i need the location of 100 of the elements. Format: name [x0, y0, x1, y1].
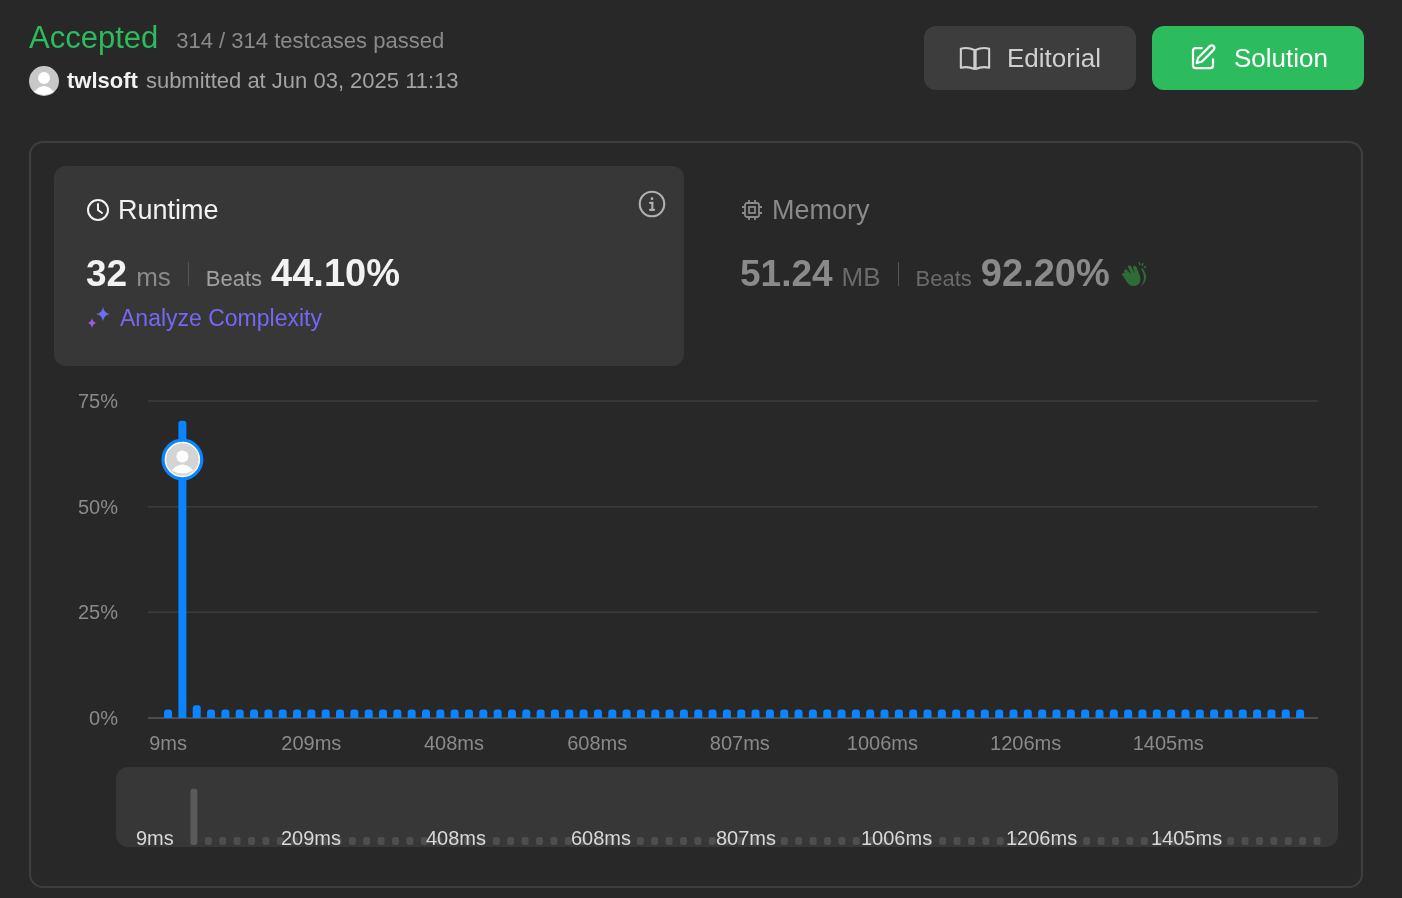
distribution-bar[interactable]: [780, 709, 789, 718]
distribution-bar[interactable]: [765, 709, 774, 718]
distribution-bar[interactable]: [751, 709, 760, 718]
distribution-bar[interactable]: [651, 709, 660, 718]
distribution-bar[interactable]: [565, 709, 574, 718]
distribution-bar[interactable]: [894, 709, 903, 718]
distribution-bar[interactable]: [407, 709, 416, 718]
distribution-bar[interactable]: [995, 709, 1004, 718]
distribution-bar[interactable]: [1038, 709, 1047, 718]
distribution-bar[interactable]: [1167, 709, 1176, 718]
distribution-bar[interactable]: [837, 709, 846, 718]
distribution-bar[interactable]: [379, 709, 387, 718]
metric-value: 51.24: [740, 253, 833, 295]
distribution-bar[interactable]: [1066, 709, 1075, 718]
overview-axis-label: 1405ms: [1151, 827, 1223, 847]
distribution-bar[interactable]: [593, 709, 602, 718]
distribution-bar[interactable]: [393, 709, 402, 718]
distribution-bar[interactable]: [1138, 709, 1147, 718]
distribution-bar[interactable]: [1253, 709, 1262, 718]
distribution-bar[interactable]: [550, 709, 559, 718]
distribution-bar[interactable]: [164, 709, 173, 718]
x-axis-label: 807ms: [709, 732, 770, 754]
distribution-bar[interactable]: [364, 709, 373, 718]
distribution-bar[interactable]: [923, 709, 932, 718]
distribution-bar[interactable]: [665, 709, 674, 718]
distribution-bar[interactable]: [450, 709, 459, 718]
distribution-bar[interactable]: [321, 709, 330, 718]
distribution-bar[interactable]: [866, 709, 875, 718]
info-icon[interactable]: [638, 190, 666, 218]
overview-axis-label: 209ms: [281, 827, 342, 847]
distribution-bar[interactable]: [207, 709, 216, 718]
distribution-bar[interactable]: [808, 709, 817, 718]
distribution-bar[interactable]: [293, 709, 302, 718]
distribution-bar[interactable]: [192, 705, 201, 718]
metric-title: Runtime: [118, 194, 219, 226]
distribution-bar[interactable]: [1195, 709, 1204, 718]
distribution-bar[interactable]: [1238, 709, 1247, 718]
overview-axis-label: 1006ms: [861, 827, 933, 847]
distribution-bar[interactable]: [636, 709, 645, 718]
distribution-bar[interactable]: [536, 709, 545, 718]
distribution-bar[interactable]: [307, 709, 316, 718]
username-link[interactable]: twlsoft: [67, 68, 138, 94]
distribution-bar[interactable]: [264, 709, 273, 718]
distribution-bar[interactable]: [1210, 709, 1219, 718]
distribution-bar[interactable]: [221, 709, 230, 718]
distribution-bar[interactable]: [278, 709, 287, 718]
distribution-bar[interactable]: [708, 709, 717, 718]
distribution-bar[interactable]: [722, 709, 731, 718]
distribution-bar[interactable]: [1181, 709, 1190, 718]
distribution-bar[interactable]: [1081, 709, 1090, 718]
distribution-bar[interactable]: [1224, 709, 1233, 718]
distribution-bar[interactable]: [1124, 709, 1133, 718]
distribution-bar[interactable]: [1095, 709, 1104, 718]
distribution-bar[interactable]: [436, 709, 445, 718]
distribution-bar[interactable]: [823, 709, 832, 718]
distribution-bar[interactable]: [608, 709, 617, 718]
submitted-time-text: submitted at Jun 03, 2025 11:13: [145, 68, 459, 94]
distribution-bar[interactable]: [1009, 709, 1018, 718]
distribution-bar[interactable]: [909, 709, 918, 718]
range-slider-overview[interactable]: 9ms 209ms 408ms 608ms 807ms 1006ms 1206ms 1405ms: [116, 767, 1338, 847]
distribution-bar[interactable]: [952, 709, 961, 718]
distribution-bar[interactable]: [579, 709, 588, 718]
distribution-bar[interactable]: [1152, 709, 1161, 718]
beats-label: Beats: [915, 266, 972, 292]
distribution-bar[interactable]: [465, 709, 473, 718]
memory-card[interactable]: Memory 51.24 MB Beats 92.20%: [708, 166, 1338, 366]
distribution-bar[interactable]: [1023, 709, 1032, 718]
clock-icon: [86, 198, 110, 222]
y-axis-label: 50%: [77, 495, 118, 518]
distribution-bar[interactable]: [235, 709, 244, 718]
distribution-bar[interactable]: [694, 709, 703, 718]
distribution-bar[interactable]: [1052, 709, 1061, 718]
distribution-bar[interactable]: [422, 709, 430, 718]
distribution-bar[interactable]: [507, 709, 516, 718]
x-axis-label: 9ms: [149, 732, 187, 754]
distribution-bar[interactable]: [350, 709, 359, 718]
distribution-bar[interactable]: [679, 709, 688, 718]
chip-icon: [740, 198, 764, 222]
distribution-bar[interactable]: [794, 709, 803, 718]
x-axis-label: 1206ms: [990, 732, 1062, 754]
distribution-bar[interactable]: [250, 709, 259, 718]
distribution-bar[interactable]: [737, 709, 746, 718]
distribution-bar[interactable]: [980, 709, 989, 718]
x-axis-label: 1006ms: [846, 732, 918, 754]
distribution-bar[interactable]: [493, 709, 502, 718]
editorial-button[interactable]: Editorial: [924, 26, 1136, 90]
distribution-bar[interactable]: [966, 709, 975, 718]
distribution-bar[interactable]: [522, 709, 531, 718]
distribution-bar[interactable]: [1296, 709, 1305, 718]
distribution-bar[interactable]: [479, 709, 488, 718]
distribution-bar[interactable]: [1109, 709, 1118, 718]
distribution-bar[interactable]: [937, 709, 946, 718]
distribution-bar[interactable]: [1267, 709, 1276, 718]
distribution-bar[interactable]: [851, 709, 860, 718]
distribution-bar[interactable]: [336, 709, 344, 718]
runtime-card[interactable]: Runtime 32 ms Beats 44.10% Analyze Complexity: [54, 166, 684, 366]
distribution-bar[interactable]: [1281, 709, 1290, 718]
distribution-bar[interactable]: [880, 709, 889, 718]
distribution-bar[interactable]: [622, 709, 631, 718]
metric-value: 32: [86, 253, 128, 295]
